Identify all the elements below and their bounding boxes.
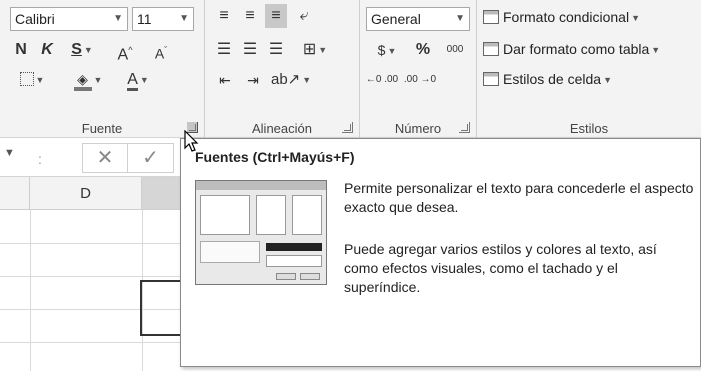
align-right-button[interactable]: ☰: [265, 38, 287, 62]
number-format-combo[interactable]: General ▼: [366, 7, 470, 31]
wrap-text-button[interactable]: ⤶: [293, 4, 315, 28]
font-color-label: A: [127, 71, 138, 92]
decrease-indent-button[interactable]: ⇤: [213, 68, 237, 92]
borders-icon: [19, 72, 34, 87]
styles-group: Formato condicional ▼ Dar formato como ta…: [477, 0, 701, 138]
enter-button[interactable]: ✓: [128, 143, 174, 173]
alignment-dialog-launcher[interactable]: [342, 122, 353, 133]
format-as-table-label: Dar formato como tabla: [503, 41, 650, 57]
alignment-group: ≡ ≡ ≡ ⤶ ☰ ☰ ☰ ⊞ ▼ ⇤ ⇥ ab↗ ▼ Alineación: [205, 0, 360, 138]
tooltip-title: Fuentes (Ctrl+Mayús+F): [195, 149, 355, 165]
chevron-down-icon: ▼: [603, 75, 612, 86]
underline-button[interactable]: S ▼: [62, 38, 102, 62]
font-name-value: Calibri: [15, 11, 55, 27]
chevron-down-icon[interactable]: ▼: [4, 147, 15, 159]
shrink-font-label: A: [154, 45, 165, 62]
alignment-group-label: Alineación: [252, 121, 312, 136]
shrink-font-button[interactable]: Aˇ: [146, 38, 176, 62]
tooltip-paragraph-1: Permite personalizar el texto para conce…: [344, 180, 694, 215]
chevron-down-icon: ▼: [631, 13, 640, 24]
chevron-down-icon: ▼: [35, 75, 45, 85]
orientation-button[interactable]: ab↗ ▼: [271, 68, 311, 92]
number-dialog-launcher[interactable]: [459, 122, 470, 133]
chevron-down-icon: ▼: [113, 13, 123, 24]
font-name-combo[interactable]: Calibri ▼: [10, 7, 128, 31]
font-size-value: 11: [137, 11, 152, 27]
italic-button[interactable]: K: [36, 38, 58, 62]
chevron-down-icon: ▼: [93, 75, 103, 85]
chevron-down-icon: ▼: [179, 13, 189, 24]
selected-cell[interactable]: [140, 280, 184, 336]
cell-styles-button[interactable]: Estilos de celda ▼: [483, 68, 612, 90]
chevron-down-icon: ▼: [387, 46, 397, 57]
cancel-button[interactable]: ✕: [82, 143, 128, 173]
align-left-button[interactable]: ☰: [213, 38, 235, 62]
column-header-e[interactable]: [142, 177, 182, 210]
merge-center-button[interactable]: ⊞ ▼: [293, 38, 337, 62]
tooltip-paragraph-2: Puede agregar varios estilos y colores a…: [344, 241, 657, 295]
font-group-label: Fuente: [81, 121, 123, 136]
formula-bar-separator: :: [38, 151, 42, 167]
align-middle-button[interactable]: ≡: [239, 4, 261, 28]
decrease-decimal-button[interactable]: .00 →0: [402, 68, 438, 92]
cell-styles-label: Estilos de celda: [503, 71, 602, 87]
table-icon: [483, 42, 499, 56]
font-color-button[interactable]: A ▼: [118, 68, 158, 92]
conditional-format-icon: [483, 10, 499, 24]
font-size-combo[interactable]: 11 ▼: [132, 7, 194, 31]
align-bottom-button[interactable]: ≡: [265, 4, 287, 28]
chevron-down-icon: ▼: [651, 45, 661, 56]
grow-font-button[interactable]: A^: [110, 38, 140, 64]
align-center-button[interactable]: ☰: [239, 38, 261, 62]
grow-font-label: A: [117, 46, 129, 64]
format-as-table-button[interactable]: Dar formato como tabla ▼: [483, 38, 660, 60]
underline-label: S: [71, 41, 82, 59]
fill-color-button[interactable]: ◈ ▼: [64, 68, 112, 92]
conditional-format-label: Formato condicional: [503, 9, 630, 25]
bold-button[interactable]: N: [10, 38, 32, 62]
borders-button[interactable]: ▼: [10, 68, 54, 92]
chevron-down-icon: ▼: [83, 45, 93, 55]
thousands-button[interactable]: 000: [438, 38, 472, 62]
chevron-down-icon: ▼: [318, 45, 328, 55]
increase-indent-button[interactable]: ⇥: [241, 68, 265, 92]
font-dialog-preview-image: [195, 180, 327, 285]
chevron-down-icon: ▼: [455, 13, 465, 24]
currency-icon: $: [377, 42, 386, 58]
column-line: [30, 210, 31, 371]
styles-group-label: Estilos: [569, 121, 609, 136]
caret-up-icon: ^: [128, 45, 133, 55]
column-header-d[interactable]: D: [30, 177, 142, 210]
merge-icon: ⊞: [302, 41, 317, 59]
chevron-down-icon: ▼: [302, 75, 312, 86]
orientation-icon: ab↗: [271, 71, 301, 88]
conditional-format-button[interactable]: Formato condicional ▼: [483, 6, 640, 28]
cell-styles-icon: [483, 72, 499, 86]
percent-button[interactable]: %: [412, 38, 434, 62]
number-group: General ▼ $ ▼ % 000 ←0 .00 .00 →0 Número: [360, 0, 477, 138]
ribbon: Calibri ▼ 11 ▼ N K S ▼ A^ Aˇ ▼ ◈ ▼ A ▼ Fuen…: [0, 0, 701, 138]
font-group: Calibri ▼ 11 ▼ N K S ▼ A^ Aˇ ▼ ◈ ▼ A ▼ Fuen…: [0, 0, 205, 138]
column-header-c[interactable]: [0, 177, 30, 210]
paint-bucket-icon: ◈: [73, 71, 92, 92]
caret-down-icon: ˇ: [164, 45, 168, 55]
chevron-down-icon: ▼: [139, 75, 149, 85]
increase-decimal-button[interactable]: ←0 .00: [364, 68, 400, 92]
mouse-pointer-icon: [184, 130, 199, 152]
font-tooltip: Fuentes (Ctrl+Mayús+F) Permite personali…: [180, 138, 701, 367]
number-format-value: General: [371, 11, 421, 27]
currency-button[interactable]: $ ▼: [366, 38, 408, 62]
align-top-button[interactable]: ≡: [213, 4, 235, 28]
